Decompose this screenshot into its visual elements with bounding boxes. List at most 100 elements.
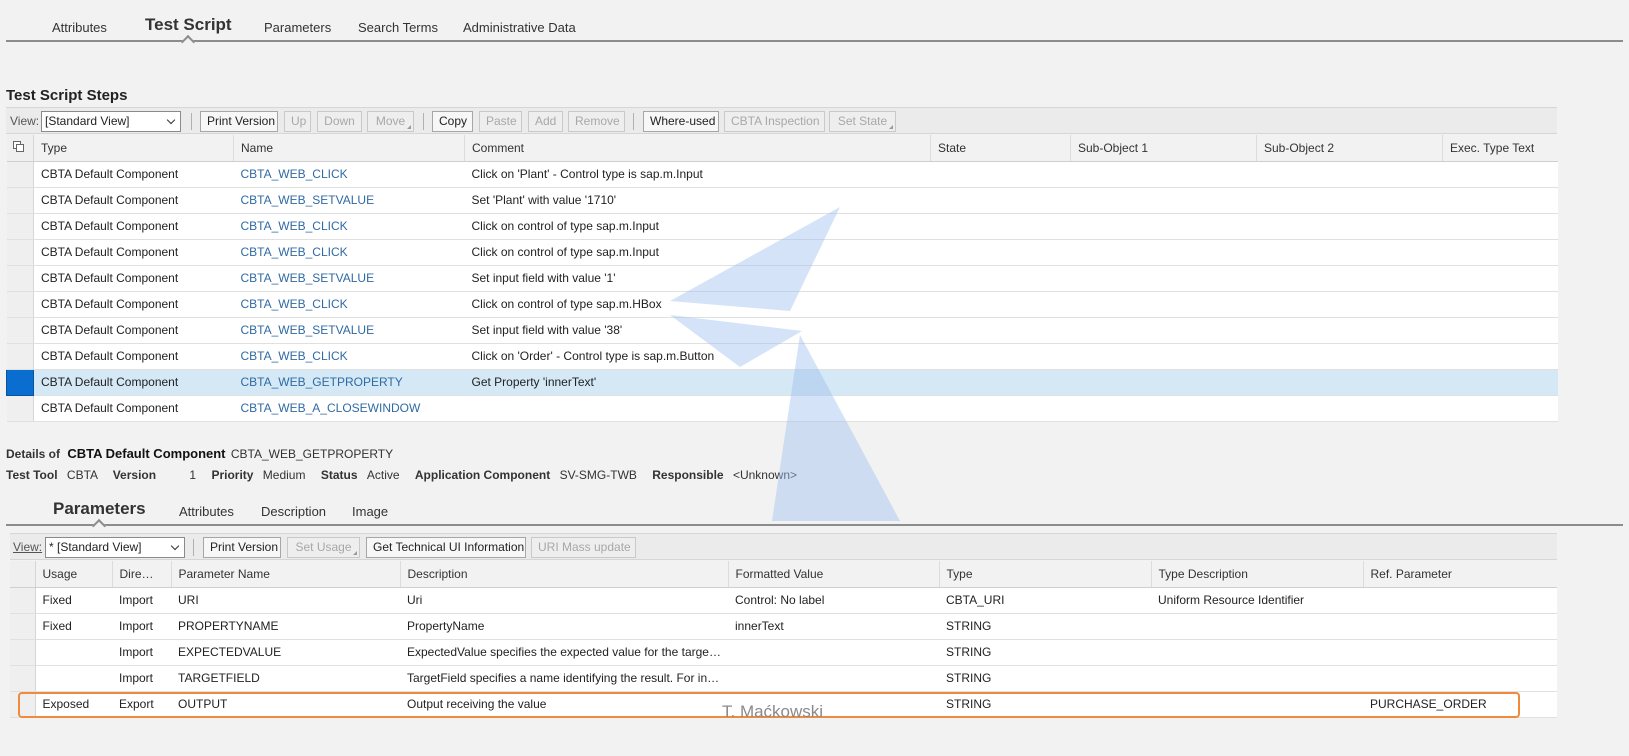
table-header-row: Usage Dire… Parameter Name Description F… <box>10 561 1557 588</box>
tab-parameters[interactable]: Parameters <box>264 20 331 35</box>
down-button[interactable]: Down <box>317 111 362 132</box>
cell-formatted-value[interactable] <box>728 665 939 692</box>
cell-type: STRING <box>939 639 1151 666</box>
column-header-sub-object-2[interactable]: Sub-Object 2 <box>1256 135 1443 162</box>
cell-direction: Import <box>112 587 171 614</box>
row-selector[interactable] <box>10 587 36 614</box>
tab-administrative-data[interactable]: Administrative Data <box>463 20 576 35</box>
params-view-select[interactable]: * [Standard View] <box>45 537 185 558</box>
table-row[interactable]: CBTA Default Component CBTA_WEB_CLICK Cl… <box>6 343 1558 370</box>
add-button[interactable]: Add <box>528 111 563 132</box>
column-header-type[interactable]: Type <box>939 561 1152 588</box>
row-selector[interactable] <box>6 343 34 370</box>
column-header-direction[interactable]: Dire… <box>112 561 172 588</box>
cell-formatted-value[interactable]: Control: No label <box>728 587 939 614</box>
row-selector[interactable] <box>6 291 34 318</box>
cell-name-link[interactable]: CBTA_WEB_CLICK <box>233 291 465 318</box>
table-row[interactable]: CBTA Default Component CBTA_WEB_A_CLOSEW… <box>6 395 1558 422</box>
table-row[interactable]: CBTA Default Component CBTA_WEB_CLICK Cl… <box>6 239 1558 266</box>
cell-ref-parameter[interactable] <box>1363 665 1557 692</box>
select-all-icon <box>12 141 25 153</box>
copy-button[interactable]: Copy <box>432 111 473 132</box>
row-selector[interactable] <box>6 395 34 422</box>
tab-search-terms[interactable]: Search Terms <box>358 20 438 35</box>
cbta-inspection-button[interactable]: CBTA Inspection <box>724 111 825 132</box>
cell-name-link[interactable]: CBTA_WEB_CLICK <box>233 343 465 370</box>
cell-ref-parameter[interactable] <box>1363 587 1557 614</box>
cell-name-link[interactable]: CBTA_WEB_CLICK <box>233 161 465 188</box>
column-header-sub-object-1[interactable]: Sub-Object 1 <box>1070 135 1257 162</box>
get-technical-ui-information-button[interactable]: Get Technical UI Information <box>366 537 526 558</box>
column-header-parameter-name[interactable]: Parameter Name <box>171 561 401 588</box>
tab-test-script[interactable]: Test Script <box>145 15 232 50</box>
row-selector[interactable] <box>6 187 34 214</box>
column-header-exec-type-text[interactable]: Exec. Type Text <box>1442 135 1558 162</box>
select-all-cell[interactable] <box>6 135 34 162</box>
cell-name-link[interactable]: CBTA_WEB_SETVALUE <box>233 317 465 344</box>
cell-ref-parameter[interactable]: PURCHASE_ORDER <box>1363 691 1557 718</box>
up-button[interactable]: Up <box>284 111 311 132</box>
row-selector[interactable] <box>10 639 36 666</box>
row-selector-selected[interactable] <box>6 368 34 396</box>
table-row[interactable]: CBTA Default Component CBTA_WEB_CLICK Cl… <box>6 213 1558 240</box>
paste-button[interactable]: Paste <box>479 111 522 132</box>
cell-name-link[interactable]: CBTA_WEB_CLICK <box>233 239 465 266</box>
column-header-ref-parameter[interactable]: Ref. Parameter <box>1363 561 1557 588</box>
table-row[interactable]: CBTA Default Component CBTA_WEB_CLICK Cl… <box>6 291 1558 318</box>
tab-parameters-detail[interactable]: Parameters <box>53 499 146 534</box>
set-state-button[interactable]: Set State <box>829 111 896 132</box>
tab-attributes-detail[interactable]: Attributes <box>179 504 234 519</box>
tab-image-detail[interactable]: Image <box>352 504 388 519</box>
cell-sub-object-2 <box>1256 343 1443 370</box>
row-selector[interactable] <box>6 265 34 292</box>
row-selector[interactable] <box>6 213 34 240</box>
tab-description-detail[interactable]: Description <box>261 504 326 519</box>
where-used-button[interactable]: Where-used <box>643 111 719 132</box>
cell-name-link[interactable]: CBTA_WEB_SETVALUE <box>233 265 465 292</box>
remove-button[interactable]: Remove <box>568 111 625 132</box>
row-selector[interactable] <box>6 239 34 266</box>
table-row[interactable]: Fixed Import PROPERTYNAME PropertyName i… <box>10 613 1557 640</box>
toolbar-separator <box>193 539 194 556</box>
table-row[interactable]: Exposed Export OUTPUT Output receiving t… <box>10 691 1557 718</box>
row-selector[interactable] <box>6 317 34 344</box>
move-button[interactable]: Move <box>367 111 414 132</box>
uri-mass-update-button[interactable]: URI Mass update <box>531 537 636 558</box>
select-all-cell[interactable] <box>10 561 36 588</box>
table-row[interactable]: CBTA Default Component CBTA_WEB_SETVALUE… <box>6 317 1558 344</box>
column-header-comment[interactable]: Comment <box>464 135 931 162</box>
row-selector[interactable] <box>6 161 34 188</box>
print-version-button[interactable]: Print Version <box>200 111 278 132</box>
table-row[interactable]: Import EXPECTEDVALUE ExpectedValue speci… <box>10 639 1557 666</box>
view-select[interactable]: [Standard View] <box>41 111 181 132</box>
cell-name-link[interactable]: CBTA_WEB_GETPROPERTY <box>233 369 465 396</box>
set-usage-button[interactable]: Set Usage <box>287 537 360 558</box>
column-header-formatted-value[interactable]: Formatted Value <box>728 561 940 588</box>
column-header-description[interactable]: Description <box>400 561 729 588</box>
tab-attributes[interactable]: Attributes <box>52 20 107 35</box>
cell-name-link[interactable]: CBTA_WEB_SETVALUE <box>233 187 465 214</box>
row-selector[interactable] <box>10 665 36 692</box>
table-row[interactable]: CBTA Default Component CBTA_WEB_SETVALUE… <box>6 265 1558 292</box>
column-header-usage[interactable]: Usage <box>35 561 113 588</box>
column-header-type-description[interactable]: Type Description <box>1151 561 1364 588</box>
table-row[interactable]: Import TARGETFIELD TargetField specifies… <box>10 665 1557 692</box>
table-row-selected[interactable]: CBTA Default Component CBTA_WEB_GETPROPE… <box>6 368 1558 396</box>
column-header-type[interactable]: Type <box>33 135 234 162</box>
cell-formatted-value[interactable]: innerText <box>728 613 939 640</box>
table-row[interactable]: CBTA Default Component CBTA_WEB_CLICK Cl… <box>6 161 1558 188</box>
cell-name-link[interactable]: CBTA_WEB_A_CLOSEWINDOW <box>233 395 465 422</box>
params-print-version-button[interactable]: Print Version <box>203 537 281 558</box>
table-row[interactable]: Fixed Import URI Uri Control: No label C… <box>10 587 1557 614</box>
chevron-down-icon <box>166 115 176 125</box>
row-selector[interactable] <box>10 613 36 640</box>
cell-name-link[interactable]: CBTA_WEB_CLICK <box>233 213 465 240</box>
cell-formatted-value[interactable] <box>728 691 939 718</box>
cell-ref-parameter[interactable] <box>1363 613 1557 640</box>
column-header-name[interactable]: Name <box>233 135 465 162</box>
cell-ref-parameter[interactable] <box>1363 639 1557 666</box>
cell-formatted-value[interactable] <box>728 639 939 666</box>
row-selector[interactable] <box>10 691 36 718</box>
table-row[interactable]: CBTA Default Component CBTA_WEB_SETVALUE… <box>6 187 1558 214</box>
column-header-state[interactable]: State <box>930 135 1071 162</box>
